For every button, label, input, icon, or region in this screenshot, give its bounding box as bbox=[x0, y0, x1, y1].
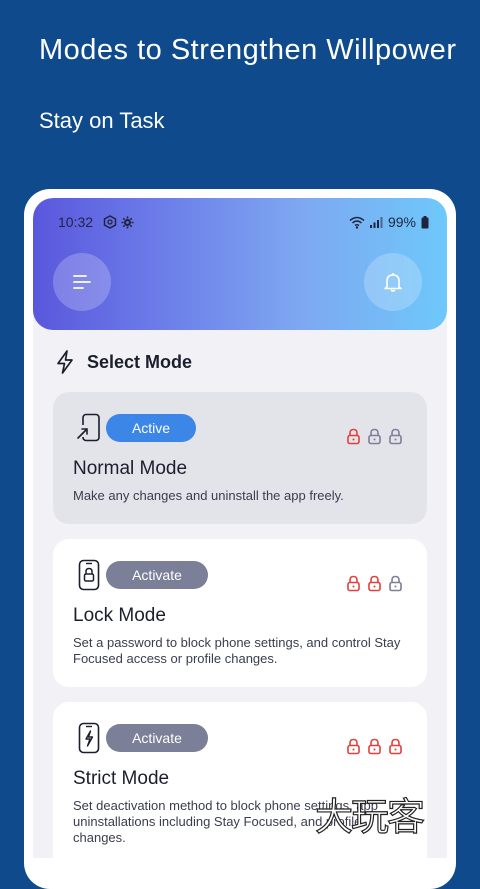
gear-status-icon bbox=[121, 216, 134, 228]
menu-lines-icon bbox=[73, 275, 91, 289]
lock-icon bbox=[347, 738, 360, 755]
app-screen: 10:32 99% Select Mode Active Normal Mode… bbox=[33, 198, 447, 858]
bell-icon bbox=[384, 273, 402, 292]
lock-icon bbox=[389, 575, 402, 592]
signal-icon bbox=[369, 217, 383, 228]
lock-icon bbox=[389, 428, 402, 445]
battery-icon bbox=[421, 215, 429, 228]
mode-description: Make any changes and uninstall the app f… bbox=[73, 488, 344, 503]
watermark: 大玩客 bbox=[314, 796, 425, 839]
mode-card-lock[interactable]: Activate Lock Mode Set a password to blo… bbox=[53, 539, 427, 687]
promo-subtitle: Stay on Task bbox=[39, 108, 165, 133]
phone-lock-icon bbox=[78, 559, 100, 591]
mode-activate-button[interactable]: Activate bbox=[106, 724, 208, 752]
mode-activate-button[interactable]: Activate bbox=[106, 561, 208, 589]
lock-icon bbox=[347, 428, 360, 445]
section-label: Select Mode bbox=[87, 351, 193, 372]
mode-title: Strict Mode bbox=[73, 768, 170, 789]
phone-arrow-icon bbox=[77, 413, 100, 442]
phone-bolt-icon bbox=[78, 722, 100, 754]
lock-icon bbox=[368, 428, 381, 445]
wifi-icon bbox=[349, 216, 365, 229]
lightning-icon bbox=[57, 350, 73, 374]
mode-status-button[interactable]: Active bbox=[106, 414, 196, 442]
status-time: 10:32 bbox=[58, 214, 94, 230]
lock-indicators bbox=[346, 575, 403, 592]
app-header: 10:32 99% bbox=[33, 198, 447, 330]
lock-icon bbox=[347, 575, 360, 592]
lock-icon bbox=[389, 738, 402, 755]
lock-indicators bbox=[346, 428, 403, 445]
select-mode-section: Select Mode bbox=[55, 350, 192, 374]
shield-status-icon bbox=[103, 215, 117, 229]
lock-icon bbox=[368, 738, 381, 755]
mode-card-normal[interactable]: Active Normal Mode Make any changes and … bbox=[53, 392, 427, 524]
promo-title: Modes to Strengthen Willpower bbox=[39, 34, 457, 66]
mode-title: Normal Mode bbox=[73, 458, 188, 479]
lock-indicators bbox=[346, 738, 403, 755]
status-bar: 10:32 99% bbox=[58, 214, 429, 234]
lock-icon bbox=[368, 575, 381, 592]
notifications-button[interactable] bbox=[364, 253, 422, 311]
battery-percent: 99% bbox=[387, 214, 416, 230]
menu-button[interactable] bbox=[53, 253, 111, 311]
mode-title: Lock Mode bbox=[73, 605, 166, 626]
mode-description: Set a password to block phone settings, … bbox=[73, 635, 401, 666]
